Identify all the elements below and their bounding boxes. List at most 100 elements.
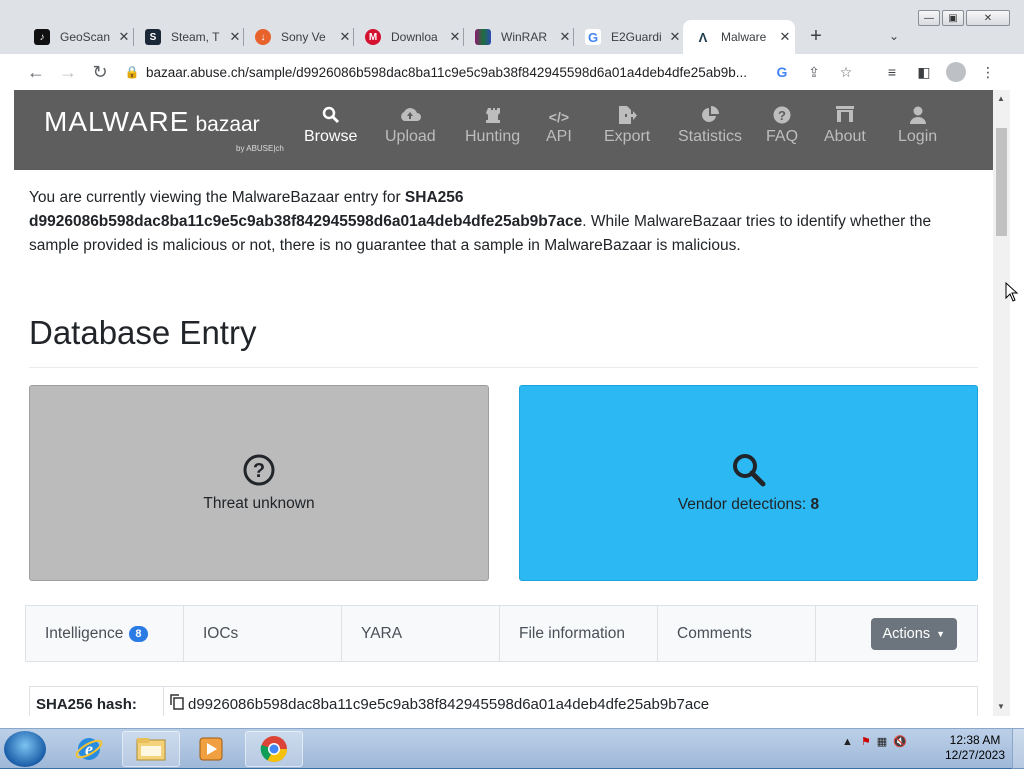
forward-button[interactable]: → <box>56 60 80 84</box>
tab-intelligence[interactable]: Intelligence 8 <box>26 606 184 661</box>
tab-file-information[interactable]: File information <box>500 606 658 661</box>
scroll-down-arrow-icon[interactable]: ▼ <box>997 702 1005 711</box>
side-panel-icon[interactable]: ◧ <box>908 60 940 84</box>
tab-yara[interactable]: YARA <box>342 606 500 661</box>
reload-button[interactable]: ↻ <box>88 60 112 84</box>
reading-list-icon[interactable]: ≡ <box>876 60 908 84</box>
nav-browse[interactable]: Browse <box>304 106 357 146</box>
new-tab-button[interactable]: + <box>804 24 828 48</box>
svg-text:?: ? <box>778 108 786 123</box>
close-tab-icon[interactable]: ✕ <box>337 29 353 45</box>
threat-status-card: ? Threat unknown <box>29 385 489 581</box>
search-icon <box>322 106 340 128</box>
window-edge-bottom <box>0 716 1010 728</box>
svg-text:?: ? <box>253 460 265 482</box>
nav-hunting[interactable]: Hunting <box>465 106 520 146</box>
maximize-button[interactable]: ▣ <box>942 10 964 26</box>
search-icon <box>732 453 766 492</box>
browser-tab-sony[interactable]: ↓ Sony Ve ✕ <box>243 20 353 54</box>
browser-tab-geoscan[interactable]: ♪ GeoScan ✕ <box>22 20 132 54</box>
sha256-hash-value[interactable]: d9926086b598dac8ba11c9e5c9ab38f842945598… <box>188 696 709 713</box>
show-hidden-icons-icon[interactable]: ▲ <box>842 736 853 748</box>
tab-search-chevron-icon[interactable]: ⌄ <box>884 26 904 46</box>
window-controls: — ▣ ✕ <box>916 10 1010 26</box>
back-button[interactable]: ← <box>24 60 48 84</box>
page-scrollbar[interactable]: ▲ ▼ <box>993 90 1010 716</box>
vendor-detections-count: 8 <box>810 495 820 513</box>
site-logo[interactable]: MALWARE bazaar by ABUSE|ch <box>44 106 284 153</box>
close-window-button[interactable]: ✕ <box>966 10 1010 26</box>
browser-tab-malwarebazaar[interactable]: Λ Malware ✕ <box>683 20 795 54</box>
winrar-favicon-icon <box>475 29 491 45</box>
entry-tabs: Intelligence 8 IOCs YARA File information… <box>25 605 978 662</box>
bookmark-star-icon[interactable]: ☆ <box>830 60 862 84</box>
action-center-flag-icon[interactable]: ⚑ <box>861 735 871 748</box>
minimize-button[interactable]: — <box>918 10 940 26</box>
tab-comments[interactable]: Comments <box>658 606 816 661</box>
nav-statistics[interactable]: Statistics <box>678 106 742 146</box>
threat-status-label: Threat unknown <box>203 494 315 512</box>
intelligence-count-badge: 8 <box>129 625 148 642</box>
nav-faq[interactable]: ? FAQ <box>766 106 798 146</box>
scrollbar-thumb[interactable] <box>996 128 1007 236</box>
close-tab-icon[interactable]: ✕ <box>227 29 243 45</box>
close-tab-icon[interactable]: ✕ <box>667 29 683 45</box>
close-tab-icon[interactable]: ✕ <box>557 29 573 45</box>
file-export-icon <box>617 106 638 128</box>
address-bar[interactable]: 🔒 bazaar.abuse.ch/sample/d9926086b598dac… <box>118 58 868 86</box>
chess-rook-icon <box>485 106 501 128</box>
file-explorer-taskbar-icon[interactable] <box>122 731 180 767</box>
caret-down-icon: ▼ <box>936 629 945 639</box>
nav-upload[interactable]: Upload <box>385 106 436 146</box>
building-icon <box>835 106 855 128</box>
browser-tab-winrar[interactable]: WinRAR ✕ <box>463 20 573 54</box>
url-text[interactable]: bazaar.abuse.ch/sample/d9926086b598dac8b… <box>146 65 776 80</box>
web-page: MALWARE bazaar by ABUSE|ch Browse Upload … <box>14 90 993 716</box>
tab-strip: ♪ GeoScan ✕ S Steam, T ✕ ↓ Sony Ve ✕ M D… <box>0 0 1024 54</box>
show-desktop-button[interactable] <box>1012 729 1024 769</box>
window-edge <box>1010 90 1024 728</box>
tab-iocs[interactable]: IOCs <box>184 606 342 661</box>
lock-icon[interactable]: 🔒 <box>118 65 146 79</box>
nav-about[interactable]: About <box>824 106 866 146</box>
mouse-cursor-icon <box>1005 282 1019 302</box>
actions-dropdown-button[interactable]: Actions ▼ <box>870 618 957 650</box>
vendor-detections-card[interactable]: Vendor detections: 8 <box>519 385 978 581</box>
site-navbar: MALWARE bazaar by ABUSE|ch Browse Upload … <box>14 90 993 170</box>
internet-explorer-taskbar-icon[interactable]: e <box>60 731 118 767</box>
question-circle-icon: ? <box>243 454 275 491</box>
sha256-inline: d9926086b598dac8ba11c9e5c9ab38f842945598… <box>29 213 583 230</box>
browser-tab-download[interactable]: M Downloa ✕ <box>353 20 463 54</box>
close-tab-icon[interactable]: ✕ <box>116 29 132 45</box>
question-circle-icon: ? <box>773 106 791 128</box>
nav-export[interactable]: Export <box>604 106 650 146</box>
system-tray: ▲ ⚑ ▦ 🔇 <box>842 735 907 749</box>
mega-favicon-icon: M <box>365 29 381 45</box>
media-player-taskbar-icon[interactable] <box>182 731 240 767</box>
divider <box>29 367 978 368</box>
copy-icon[interactable] <box>170 694 184 714</box>
close-tab-icon[interactable]: ✕ <box>777 29 793 45</box>
nav-api[interactable]: </> API <box>546 106 572 146</box>
nav-login[interactable]: Login <box>898 106 937 146</box>
code-icon: </> <box>548 109 570 125</box>
google-translate-icon[interactable]: G <box>766 60 798 84</box>
volume-muted-icon[interactable]: 🔇 <box>893 735 907 748</box>
menu-kebab-icon[interactable]: ⋮ <box>972 60 1004 84</box>
chrome-taskbar-icon[interactable] <box>245 731 303 767</box>
browser-tab-e2guardian[interactable]: G E2Guardi ✕ <box>573 20 683 54</box>
malwarebazaar-favicon-icon: Λ <box>695 29 711 45</box>
network-icon[interactable]: ▦ <box>877 735 887 748</box>
browser-toolbar: ← → ↻ 🔒 bazaar.abuse.ch/sample/d9926086b… <box>0 54 1024 90</box>
close-tab-icon[interactable]: ✕ <box>447 29 463 45</box>
share-icon[interactable]: ⇪ <box>798 60 830 84</box>
scroll-up-arrow-icon[interactable]: ▲ <box>997 94 1005 103</box>
start-button[interactable] <box>4 731 46 767</box>
steam-favicon-icon: S <box>145 29 161 45</box>
user-icon <box>909 106 927 128</box>
profile-avatar[interactable] <box>946 62 966 82</box>
browser-tab-steam[interactable]: S Steam, T ✕ <box>133 20 243 54</box>
cloud-upload-icon <box>399 106 422 128</box>
windows-taskbar: e ▲ ⚑ ▦ 🔇 12:38 AM 12/27/2023 <box>0 728 1024 769</box>
taskbar-clock[interactable]: 12:38 AM 12/27/2023 <box>940 733 1010 763</box>
